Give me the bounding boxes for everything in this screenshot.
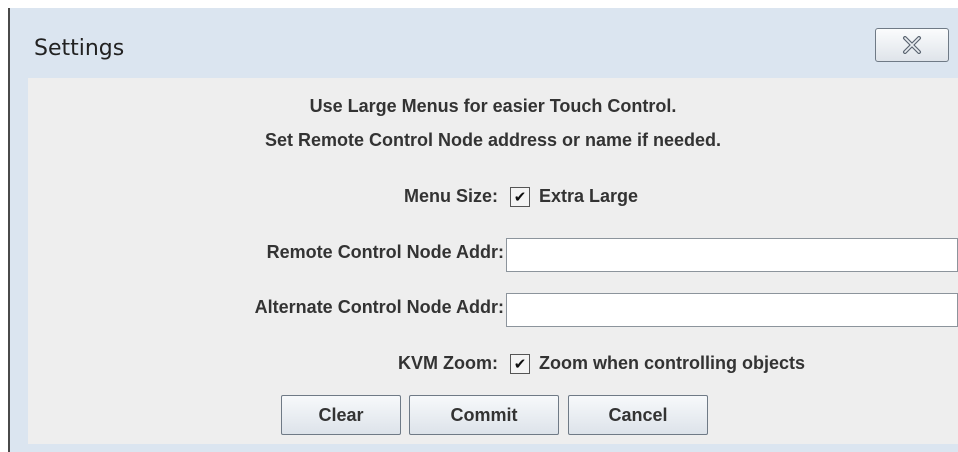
kvm-zoom-label: KVM Zoom:	[398, 353, 498, 373]
commit-button[interactable]: Commit	[409, 395, 559, 435]
close-x-icon	[903, 36, 921, 54]
alternate-addr-label: Alternate Control Node Addr:	[254, 297, 504, 317]
extra-large-checkbox[interactable]: ✔	[510, 187, 530, 207]
menu-size-label: Menu Size:	[403, 186, 498, 206]
zoom-objects-checkbox[interactable]: ✔	[510, 354, 530, 374]
checkmark-icon: ✔	[513, 187, 527, 206]
instruction-line-1: Use Large Menus for easier Touch Control…	[309, 96, 677, 116]
clear-button[interactable]: Clear	[281, 395, 401, 435]
extra-large-label[interactable]: Extra Large	[539, 186, 638, 207]
close-button[interactable]	[875, 28, 949, 62]
settings-window: Settings Use Large Menus for easier Touc…	[8, 8, 958, 452]
settings-panel: Use Large Menus for easier Touch Control…	[28, 78, 958, 444]
window-title: Settings	[34, 36, 125, 61]
checkmark-icon: ✔	[513, 354, 527, 373]
zoom-objects-label[interactable]: Zoom when controlling objects	[539, 353, 805, 374]
remote-addr-field[interactable]	[506, 238, 958, 272]
alternate-addr-field[interactable]	[506, 293, 958, 327]
cancel-button[interactable]: Cancel	[568, 395, 708, 435]
remote-addr-label: Remote Control Node Addr:	[266, 242, 504, 262]
instruction-line-2: Set Remote Control Node address or name …	[264, 130, 722, 150]
title-bar[interactable]: Settings	[10, 8, 958, 78]
